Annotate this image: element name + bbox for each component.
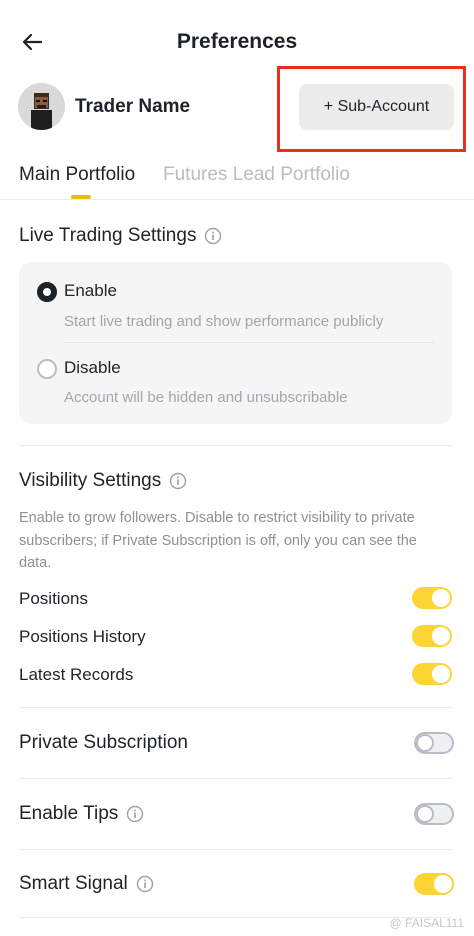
visibility-title: Visibility Settings (19, 468, 187, 494)
toggle-knob (416, 734, 434, 752)
section-divider (19, 778, 452, 779)
tab-main-portfolio[interactable]: Main Portfolio (19, 162, 135, 188)
add-sub-account-button[interactable]: + Sub-Account (299, 84, 454, 130)
toggle-knob (434, 875, 452, 893)
section-divider (19, 707, 452, 708)
watermark-text: @ FAISAL111 (389, 916, 464, 930)
enable-tips-toggle[interactable] (414, 803, 454, 825)
smart-signal-toggle[interactable] (414, 873, 454, 895)
enable-tips-row: Enable Tips (19, 801, 144, 827)
toggle-knob (432, 627, 450, 645)
avatar (18, 83, 65, 130)
toggle-knob (416, 805, 434, 823)
latest-records-label: Latest Records (19, 665, 134, 684)
positions-history-toggle[interactable] (412, 625, 452, 647)
live-trading-title: Live Trading Settings (19, 223, 222, 249)
trader-name: Trader Name (75, 96, 191, 117)
positions-toggle[interactable] (412, 587, 452, 609)
section-divider (19, 917, 452, 918)
smart-signal-row: Smart Signal (19, 871, 154, 897)
enable-tips-label: Enable Tips (19, 803, 119, 824)
private-subscription-label: Private Subscription (19, 732, 188, 753)
disable-description: Account will be hidden and unsubscribabl… (64, 389, 348, 406)
positions-label: Positions (19, 589, 88, 608)
live-trading-title-text: Live Trading Settings (19, 225, 197, 246)
info-icon[interactable] (136, 875, 154, 893)
info-icon[interactable] (126, 805, 144, 823)
watermark: @ FAISAL111 (390, 916, 464, 930)
enable-label: Enable (64, 281, 117, 300)
info-icon[interactable] (204, 227, 222, 245)
page-title: Preferences (176, 30, 298, 53)
disable-label: Disable (64, 358, 121, 377)
tab-futures-lead-portfolio[interactable]: Futures Lead Portfolio (163, 162, 350, 188)
info-icon[interactable] (169, 472, 187, 490)
toggle-knob (432, 589, 450, 607)
latest-records-toggle[interactable] (412, 663, 452, 685)
radio-disable[interactable] (37, 359, 57, 379)
private-subscription-toggle[interactable] (414, 732, 454, 754)
toggle-knob (432, 665, 450, 683)
card-divider (64, 342, 434, 343)
section-divider (19, 445, 452, 446)
positions-history-label: Positions History (19, 627, 146, 646)
tabs-divider (0, 199, 474, 200)
smart-signal-label: Smart Signal (19, 873, 128, 894)
enable-description: Start live trading and show performance … (64, 313, 384, 330)
radio-enable[interactable] (37, 282, 57, 302)
visibility-title-text: Visibility Settings (19, 470, 162, 491)
visibility-description: Enable to grow followers. Disable to res… (19, 510, 417, 571)
section-divider (19, 849, 452, 850)
